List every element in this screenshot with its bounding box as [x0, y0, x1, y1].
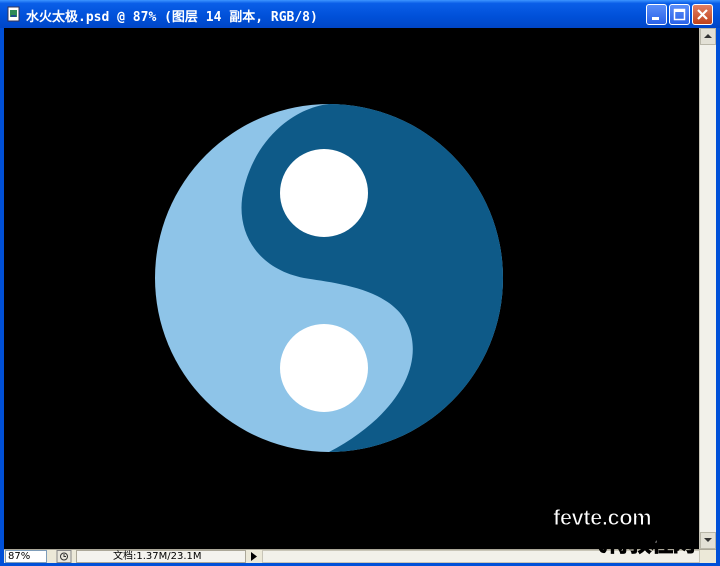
- scroll-up-button[interactable]: [700, 28, 716, 45]
- arrow-up-icon: [704, 34, 712, 38]
- title-bar[interactable]: 水火太极.psd @ 87% (图层 14 副本, RGB/8): [0, 0, 720, 28]
- photoshop-document-icon: [7, 6, 20, 22]
- close-icon: [697, 9, 708, 20]
- window-frame-right: [716, 28, 720, 562]
- maximize-icon: [673, 8, 686, 21]
- yin-yang-top-dot: [280, 149, 368, 237]
- status-menu-arrow-icon[interactable]: [248, 550, 260, 563]
- document-window: 水火太极.psd @ 87% (图层 14 副本, RGB/8) 87% 文档:…: [0, 0, 720, 566]
- maximize-button[interactable]: [669, 4, 690, 25]
- document-size-info: 文档:1.37M/23.1M: [76, 550, 246, 563]
- window-title: 水火太极.psd @ 87% (图层 14 副本, RGB/8): [26, 10, 318, 25]
- minimize-button[interactable]: [646, 4, 667, 25]
- yin-yang-artwork: [155, 104, 503, 452]
- site-watermark: fevte.com 飞特教程网: [552, 505, 713, 558]
- document-canvas[interactable]: [4, 28, 699, 549]
- close-button[interactable]: [692, 4, 713, 25]
- vertical-scrollbar[interactable]: [699, 28, 716, 549]
- watermark-name: 飞特教程网: [584, 532, 696, 558]
- minimize-icon: [652, 17, 659, 20]
- yin-yang-bottom-dot: [280, 324, 368, 412]
- navigator-icon[interactable]: [56, 550, 72, 563]
- zoom-field[interactable]: 87%: [5, 550, 47, 563]
